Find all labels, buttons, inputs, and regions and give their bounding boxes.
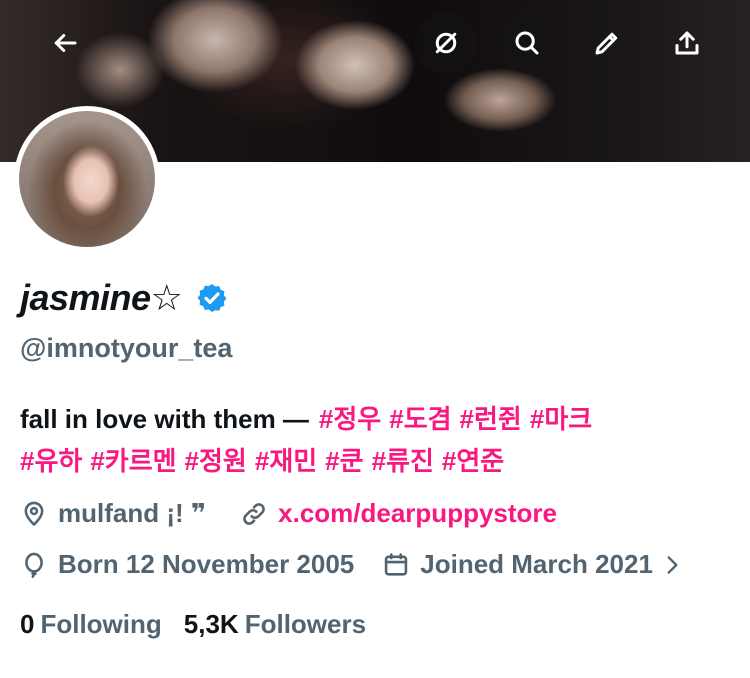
joined-text: Joined March 2021 [420,549,653,579]
hashtag-link[interactable]: #정우 [319,404,381,434]
search-button[interactable] [496,12,558,74]
followers-link[interactable]: 5,3K Followers [184,609,366,640]
balloon-icon [25,552,43,578]
joined-item: Joined March 2021 [382,549,653,580]
hashtag-link[interactable]: #재민 [255,446,317,476]
bio-text: fall in love with them — [20,404,309,434]
edit-button[interactable] [576,12,638,74]
hashtag-link[interactable]: #유하 [20,446,82,476]
display-name: jasmine☆ [20,277,183,318]
profile-bio: fall in love with them — #정우 #도겸 #런쥔 #마크 #유하 #… [20,398,740,482]
grok-button[interactable] [415,12,477,74]
verified-badge-icon[interactable] [196,282,228,314]
profile-meta-row-1: mulfand ¡! ❞ x.com/dearpuppystore [20,498,557,529]
follow-stats: 0 Following 5,3K Followers [20,609,366,640]
location-text: mulfand ¡! ❞ [58,498,207,528]
hashtag-link[interactable]: #연준 [442,446,504,476]
hashtag-link[interactable]: #쿤 [325,446,363,476]
following-count: 0 [20,609,35,639]
profile-meta-row-2: Born 12 November 2005 Joined March 2021 [20,549,685,580]
followers-count: 5,3K [183,609,239,639]
website-item[interactable]: x.com/dearpuppystore [240,498,557,529]
hashtag-link[interactable]: #런쥔 [460,404,522,434]
following-label: Following [40,609,162,639]
hashtag-link[interactable]: #도겸 [389,404,451,434]
share-icon [675,31,699,55]
name-row: jasmine☆ [20,276,228,320]
followers-label: Followers [244,609,367,639]
birthday-text: Born 12 November 2005 [58,549,355,579]
birthday-item: Born 12 November 2005 [20,549,354,580]
avatar-frame[interactable] [14,106,160,252]
location-pin-icon [24,501,44,526]
location-item: mulfand ¡! ❞ [20,498,206,529]
profile-handle: @imnotyour_tea [20,333,233,363]
hashtag-link[interactable]: #마크 [530,404,592,434]
chevron-right-icon[interactable] [659,552,685,578]
arrow-left-icon [54,34,77,52]
website-link[interactable]: x.com/dearpuppystore [278,498,557,529]
back-button[interactable] [34,12,96,74]
hashtag-link[interactable]: #카르멘 [90,446,176,476]
following-link[interactable]: 0 Following [20,609,162,640]
share-button[interactable] [656,12,718,74]
hashtag-link[interactable]: #정원 [185,446,247,476]
grok-icon [435,32,457,54]
calendar-icon [385,552,408,576]
search-icon [515,31,539,55]
hashtag-link[interactable]: #류진 [372,446,434,476]
link-icon [243,502,265,525]
avatar[interactable] [19,111,155,247]
edit-icon [595,32,618,55]
